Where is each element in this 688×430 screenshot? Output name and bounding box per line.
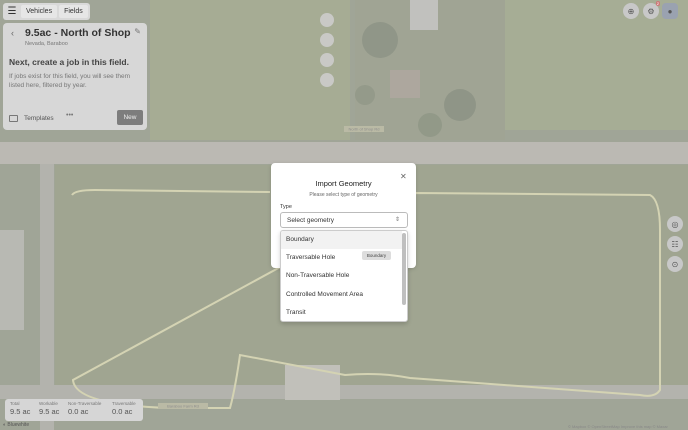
stat-non-traversable: Non-Traversable 0.0 ac: [68, 401, 101, 416]
crosshair-icon: ⊕: [627, 6, 635, 16]
option-boundary[interactable]: Boundary: [281, 231, 402, 249]
templates-label: Templates: [24, 114, 54, 122]
field-location: Nevada, Baraboo: [25, 41, 68, 47]
gear-icon: ⚙: [647, 6, 655, 16]
avatar-icon: ●: [667, 6, 673, 16]
layers-icon: ☷: [671, 239, 679, 249]
folder-icon: [9, 114, 18, 122]
geometry-type-dropdown: Boundary Traversable Hole Non-Traversabl…: [280, 230, 408, 322]
brand-name: Bluewhite: [7, 422, 30, 428]
stat-label: Non-Traversable: [68, 401, 102, 406]
notification-badge: 2: [655, 1, 660, 6]
dialog-subtitle: Please select type of geometry: [309, 192, 378, 198]
locate-button[interactable]: ⊕: [623, 3, 639, 19]
stat-value: 9.5 ac: [10, 407, 31, 416]
option-transit[interactable]: Transit: [281, 304, 402, 321]
user-avatar[interactable]: ●: [662, 3, 678, 19]
fields-tab[interactable]: Fields: [59, 5, 88, 18]
dropdown-scrollbar[interactable]: [402, 233, 406, 305]
type-label: Type: [280, 204, 292, 210]
dialog-title: Import Geometry: [315, 179, 372, 188]
empty-state-heading: Next, create a job in this field.: [9, 57, 129, 67]
back-arrow-icon[interactable]: ‹: [11, 28, 14, 38]
top-navigation: ☰ Vehicles Fields: [3, 3, 90, 20]
geometry-type-select[interactable]: Select geometry ⇕: [280, 212, 408, 228]
empty-state-message: If jobs exist for this field, you will s…: [9, 73, 131, 89]
stat-value: 0.0 ac: [112, 407, 133, 416]
my-location-button[interactable]: ⊙: [667, 256, 683, 272]
notifications-button[interactable]: ⚙ 2: [643, 1, 660, 19]
stat-traversable: Traversable 0.0 ac: [112, 401, 136, 416]
stat-label: Workable: [39, 401, 58, 406]
location-target-icon: ⊙: [671, 259, 679, 269]
templates-button[interactable]: Templates: [9, 112, 54, 124]
stat-value: 9.5 ac: [39, 407, 60, 416]
more-options-icon[interactable]: •••: [66, 112, 73, 119]
stat-label: Traversable: [112, 401, 136, 406]
map-attribution[interactable]: © Mapbox © OpenStreetMap Improve this ma…: [568, 424, 668, 429]
close-icon[interactable]: ✕: [400, 172, 407, 181]
field-title: 9.5ac - North of Shop: [25, 27, 131, 39]
vehicles-tab[interactable]: Vehicles: [21, 5, 58, 18]
chevron-updown-icon: ⇕: [395, 217, 401, 223]
stat-label: Total: [10, 401, 20, 406]
layers-button[interactable]: ☷: [667, 236, 683, 252]
option-tooltip: Boundary: [362, 251, 391, 260]
edit-pencil-icon[interactable]: ✎: [134, 27, 141, 36]
area-stats-panel: Total 9.5 ac Workable 9.5 ac Non-Travers…: [5, 399, 143, 421]
new-job-button[interactable]: New: [117, 110, 143, 125]
select-value: Select geometry: [287, 217, 334, 224]
stat-total: Total 9.5 ac: [10, 401, 30, 416]
stat-workable: Workable 9.5 ac: [39, 401, 59, 416]
stat-value: 0.0 ac: [68, 407, 89, 416]
brand-logo: ◐ Bluewhite: [3, 422, 29, 428]
compass-button[interactable]: ◎: [667, 216, 683, 232]
option-non-traversable-hole[interactable]: Non-Traversable Hole: [281, 267, 402, 285]
option-controlled-movement-area[interactable]: Controlled Movement Area: [281, 286, 402, 304]
field-panel: ‹ 9.5ac - North of Shop ✎ Nevada, Barabo…: [3, 23, 147, 130]
menu-icon[interactable]: ☰: [5, 5, 19, 18]
compass-icon: ◎: [671, 219, 679, 229]
logo-icon: ◐: [3, 422, 7, 428]
